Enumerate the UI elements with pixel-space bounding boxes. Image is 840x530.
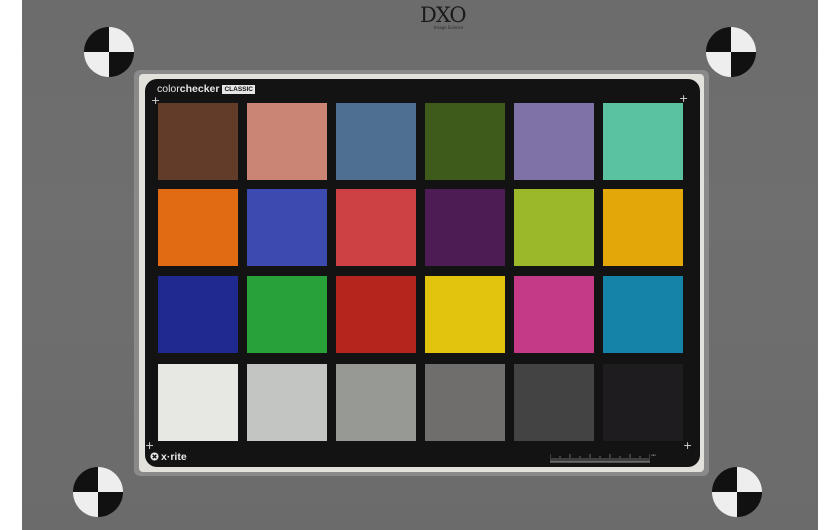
color-patch: [247, 189, 327, 266]
color-patch: [336, 189, 416, 266]
color-patch: [247, 364, 327, 441]
color-patch: [158, 189, 238, 266]
xrite-logo-icon: [150, 452, 159, 461]
color-patch: [425, 364, 505, 441]
dxo-logo: DXO: [420, 3, 467, 27]
color-patch: [158, 364, 238, 441]
measurement-ruler: [550, 454, 650, 463]
crosshair-icon: +: [683, 439, 693, 452]
registration-target-icon: [712, 467, 762, 517]
xrite-logo: x·rite: [150, 451, 187, 463]
color-patch: [336, 103, 416, 180]
color-patch: [158, 276, 238, 353]
colorchecker-brand: colorchecker CLASSIC: [157, 82, 255, 96]
color-patch: [514, 276, 594, 353]
brand-light-text: color: [157, 83, 180, 95]
crosshair-icon: +: [145, 439, 155, 452]
color-patch: [603, 276, 683, 353]
color-patch: [425, 189, 505, 266]
color-patch: [247, 276, 327, 353]
ruler-unit-label: mm: [651, 453, 656, 457]
color-patch: [603, 364, 683, 441]
color-patch: [514, 189, 594, 266]
color-patch: [336, 276, 416, 353]
color-patch: [514, 364, 594, 441]
color-patch: [336, 364, 416, 441]
registration-target-icon: [84, 27, 134, 77]
brand-tag: CLASSIC: [222, 85, 255, 94]
registration-target-icon: [73, 467, 123, 517]
color-patch: [514, 103, 594, 180]
color-patch: [247, 103, 327, 180]
registration-target-icon: [706, 27, 756, 77]
brand-bold-text: checker: [179, 83, 220, 95]
color-patch: [425, 103, 505, 180]
dxo-logo-subtext: Image Science: [434, 25, 464, 30]
color-patch: [158, 103, 238, 180]
xrite-logo-text: x·rite: [161, 451, 187, 463]
color-patch: [603, 103, 683, 180]
color-patch: [425, 276, 505, 353]
color-patch: [603, 189, 683, 266]
